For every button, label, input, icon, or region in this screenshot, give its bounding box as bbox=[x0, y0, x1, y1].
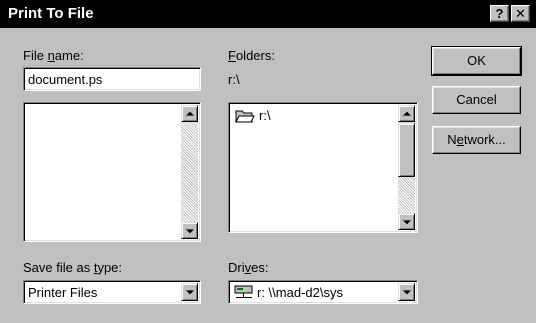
ok-button[interactable]: OK bbox=[431, 46, 522, 76]
arrow-down-icon bbox=[185, 228, 194, 233]
file-list-scroll-up-button[interactable] bbox=[181, 105, 198, 122]
network-drive-icon bbox=[234, 285, 253, 298]
drives-value: r: \\mad-d2\sys bbox=[257, 285, 343, 300]
save-as-type-select[interactable]: Printer Files bbox=[23, 280, 201, 304]
file-name-value: document.ps bbox=[28, 72, 103, 87]
folders-label: Folders: bbox=[228, 48, 275, 63]
help-button[interactable]: ? bbox=[490, 5, 509, 22]
folder-item-label: r:\ bbox=[259, 108, 271, 123]
open-folder-icon bbox=[235, 110, 255, 123]
file-name-label: File name: bbox=[23, 48, 84, 63]
drives-select[interactable]: r: \\mad-d2\sys bbox=[228, 280, 418, 304]
folder-list-scroll-up-button[interactable] bbox=[398, 105, 415, 122]
drives-dropdown-button[interactable] bbox=[398, 283, 415, 301]
folder-list-scroll-down-button[interactable] bbox=[398, 213, 415, 230]
folder-list[interactable]: r:\ bbox=[228, 102, 418, 233]
drives-label: Drives: bbox=[228, 260, 269, 275]
save-as-type-value: Printer Files bbox=[28, 285, 98, 300]
chevron-down-icon bbox=[185, 290, 194, 295]
arrow-up-icon bbox=[402, 111, 411, 116]
arrow-up-icon bbox=[185, 111, 194, 116]
file-list-scroll-down-button[interactable] bbox=[181, 222, 198, 239]
cancel-button[interactable]: Cancel bbox=[432, 86, 521, 114]
chevron-down-icon bbox=[402, 290, 411, 295]
current-folder-path: r:\ bbox=[228, 72, 240, 87]
file-list-scrollbar[interactable] bbox=[181, 105, 198, 239]
file-name-input[interactable]: document.ps bbox=[23, 67, 201, 91]
save-as-type-dropdown-button[interactable] bbox=[181, 283, 198, 301]
network-button[interactable]: Network... bbox=[432, 126, 521, 154]
folder-list-scroll-thumb[interactable] bbox=[398, 123, 415, 177]
file-list[interactable] bbox=[23, 102, 201, 242]
arrow-down-icon bbox=[402, 219, 411, 224]
folder-item[interactable]: r:\ bbox=[235, 107, 355, 125]
window-title: Print To File bbox=[8, 5, 94, 22]
folder-list-scrollbar[interactable] bbox=[398, 105, 415, 230]
save-as-type-label: Save file as type: bbox=[23, 260, 123, 275]
close-button[interactable]: ✕ bbox=[511, 5, 530, 22]
